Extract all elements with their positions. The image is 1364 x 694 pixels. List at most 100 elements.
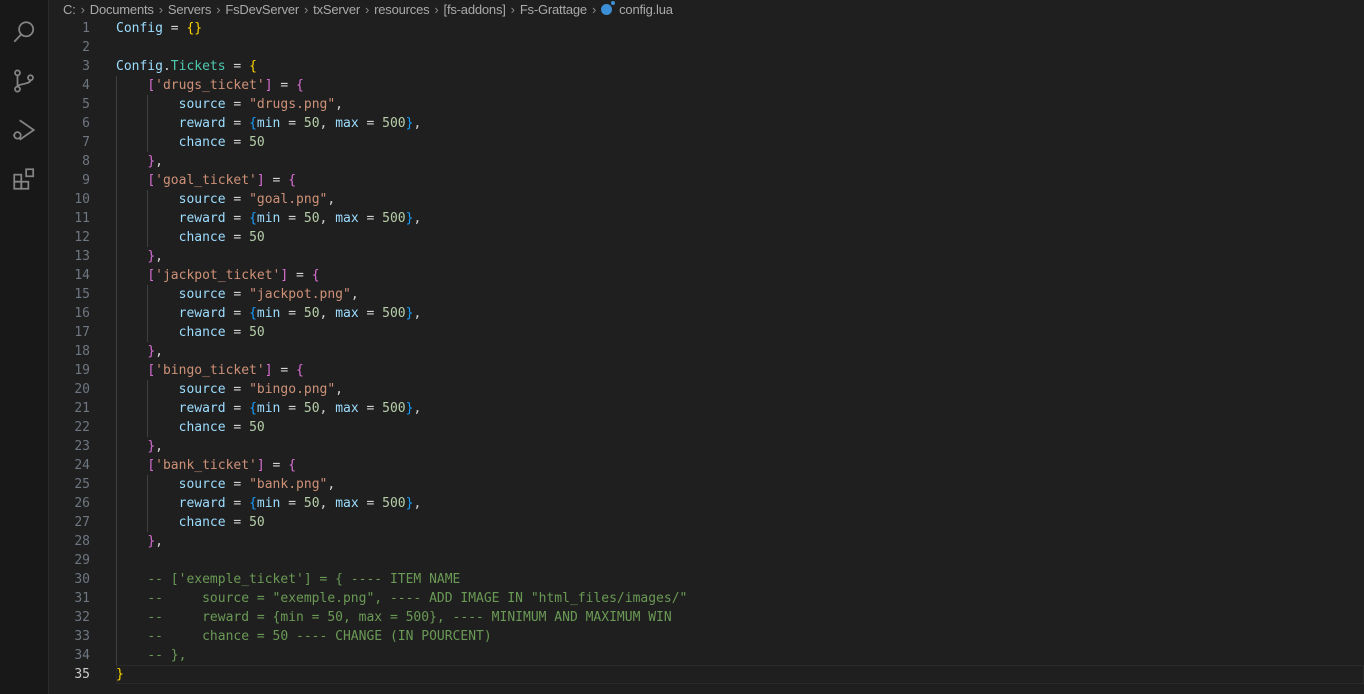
token-op: =: [272, 363, 297, 378]
code-line[interactable]: 7 chance = 50: [49, 133, 1364, 152]
token-com: -- source = "exemple.png", ---- ADD IMAG…: [147, 591, 688, 606]
token-num: 50: [303, 401, 320, 416]
code-editor[interactable]: 1 Config = {} 2 3 Config.Tickets = {4 ['drug…: [49, 19, 1364, 694]
token-op: ,: [319, 116, 336, 131]
code-text: },: [116, 152, 1364, 171]
token-var: chance: [178, 515, 226, 530]
code-line[interactable]: 18 },: [49, 342, 1364, 361]
code-line[interactable]: 15 source = "jackpot.png",: [49, 285, 1364, 304]
token-op: =: [225, 306, 250, 321]
code-line[interactable]: 31 -- source = "exemple.png", ---- ADD I…: [49, 589, 1364, 608]
breadcrumb-item[interactable]: Fs-Grattage: [520, 2, 587, 17]
line-number: 2: [82, 40, 90, 55]
extensions-icon[interactable]: [8, 163, 40, 195]
source-control-icon[interactable]: [8, 65, 40, 97]
token-var: source: [178, 477, 226, 492]
code-line[interactable]: 12 chance = 50: [49, 228, 1364, 247]
breadcrumb-item[interactable]: resources: [374, 2, 429, 17]
code-line[interactable]: 1 Config = {}: [49, 19, 1364, 38]
token-num: 50: [303, 116, 320, 131]
code-line[interactable]: 5 source = "drugs.png",: [49, 95, 1364, 114]
indent-guide: [116, 437, 117, 456]
token-b2: [: [147, 173, 156, 188]
code-line[interactable]: 20 source = "bingo.png",: [49, 380, 1364, 399]
code-line[interactable]: 16 reward = {min = 50, max = 500},: [49, 304, 1364, 323]
token-b2: [: [147, 268, 156, 283]
code-line[interactable]: 10 source = "goal.png",: [49, 190, 1364, 209]
line-number: 7: [82, 135, 90, 150]
code-text: chance = 50: [116, 228, 1364, 247]
search-icon[interactable]: [8, 16, 40, 48]
breadcrumb-item[interactable]: Servers: [168, 2, 212, 17]
indent-guide: [116, 380, 117, 399]
indent-guide: [147, 114, 149, 133]
token-var: chance: [178, 420, 226, 435]
code-line[interactable]: 22 chance = 50: [49, 418, 1364, 437]
chevron-right-icon: ›: [364, 1, 370, 17]
line-number: 17: [74, 325, 90, 340]
token-var: Config: [116, 59, 163, 74]
code-line[interactable]: 33 -- chance = 50 ---- CHANGE (IN POURCE…: [49, 627, 1364, 646]
token-op: =: [280, 306, 304, 321]
token-op: ,: [319, 211, 336, 226]
run-debug-icon[interactable]: [8, 114, 40, 146]
breadcrumb-item[interactable]: Documents: [90, 2, 154, 17]
code-line[interactable]: 6 reward = {min = 50, max = 500},: [49, 114, 1364, 133]
breadcrumb-file[interactable]: config.lua: [601, 0, 673, 17]
code-line[interactable]: 17 chance = 50: [49, 323, 1364, 342]
code-line[interactable]: 29: [49, 551, 1364, 570]
code-line[interactable]: 35}: [49, 665, 1364, 684]
indent-guide: [147, 190, 149, 209]
indent-guide: [147, 380, 149, 399]
token-str: 'jackpot_ticket': [155, 268, 281, 283]
line-number: 27: [74, 515, 90, 530]
token-op: [116, 249, 147, 264]
breadcrumb-item[interactable]: txServer: [313, 2, 360, 17]
token-str: "drugs.png": [249, 97, 336, 112]
token-op: [116, 610, 147, 625]
code-line[interactable]: 19 ['bingo_ticket'] = {: [49, 361, 1364, 380]
token-op: ,: [155, 154, 163, 169]
indent-guide: [116, 323, 117, 342]
code-line[interactable]: 2: [49, 38, 1364, 57]
code-text: ['bingo_ticket'] = {: [116, 361, 1364, 380]
line-number: 29: [74, 553, 90, 568]
indent-guide: [116, 95, 117, 114]
code-line[interactable]: 25 source = "bank.png",: [49, 475, 1364, 494]
breadcrumb-item[interactable]: [fs-addons]: [444, 2, 506, 17]
chevron-right-icon: ›: [304, 1, 309, 17]
breadcrumb-item[interactable]: C:: [63, 2, 76, 17]
token-b2: ]: [256, 458, 265, 473]
token-op: =: [272, 78, 297, 93]
token-b2: }: [147, 439, 156, 454]
code-line[interactable]: 27 chance = 50: [49, 513, 1364, 532]
code-text: reward = {min = 50, max = 500},: [116, 494, 1364, 513]
line-number: 16: [74, 306, 90, 321]
code-line[interactable]: 24 ['bank_ticket'] = {: [49, 456, 1364, 475]
token-b2: ]: [264, 363, 273, 378]
token-b2: {: [288, 458, 297, 473]
breadcrumb-item[interactable]: FsDevServer: [225, 2, 299, 17]
code-line[interactable]: 30 -- ['exemple_ticket'] = { ---- ITEM N…: [49, 570, 1364, 589]
code-line[interactable]: 23 },: [49, 437, 1364, 456]
code-line[interactable]: 26 reward = {min = 50, max = 500},: [49, 494, 1364, 513]
code-line[interactable]: 13 },: [49, 247, 1364, 266]
token-op: ,: [413, 211, 422, 226]
code-line[interactable]: 32 -- reward = {min = 50, max = 500}, --…: [49, 608, 1364, 627]
token-op: =: [225, 325, 250, 340]
token-str: "jackpot.png": [249, 287, 351, 302]
token-op: =: [280, 211, 304, 226]
code-line[interactable]: 21 reward = {min = 50, max = 500},: [49, 399, 1364, 418]
code-line[interactable]: 3 Config.Tickets = {: [49, 57, 1364, 76]
code-line[interactable]: 9 ['goal_ticket'] = {: [49, 171, 1364, 190]
token-op: =: [280, 401, 304, 416]
code-line[interactable]: 14 ['jackpot_ticket'] = {: [49, 266, 1364, 285]
token-b2: {: [296, 363, 304, 378]
code-line[interactable]: 4 ['drugs_ticket'] = {: [49, 76, 1364, 95]
code-line[interactable]: 28 },: [49, 532, 1364, 551]
token-op: [116, 629, 147, 644]
code-line[interactable]: 11 reward = {min = 50, max = 500},: [49, 209, 1364, 228]
code-line[interactable]: 8 },: [49, 152, 1364, 171]
code-line[interactable]: 34 -- },: [49, 646, 1364, 665]
